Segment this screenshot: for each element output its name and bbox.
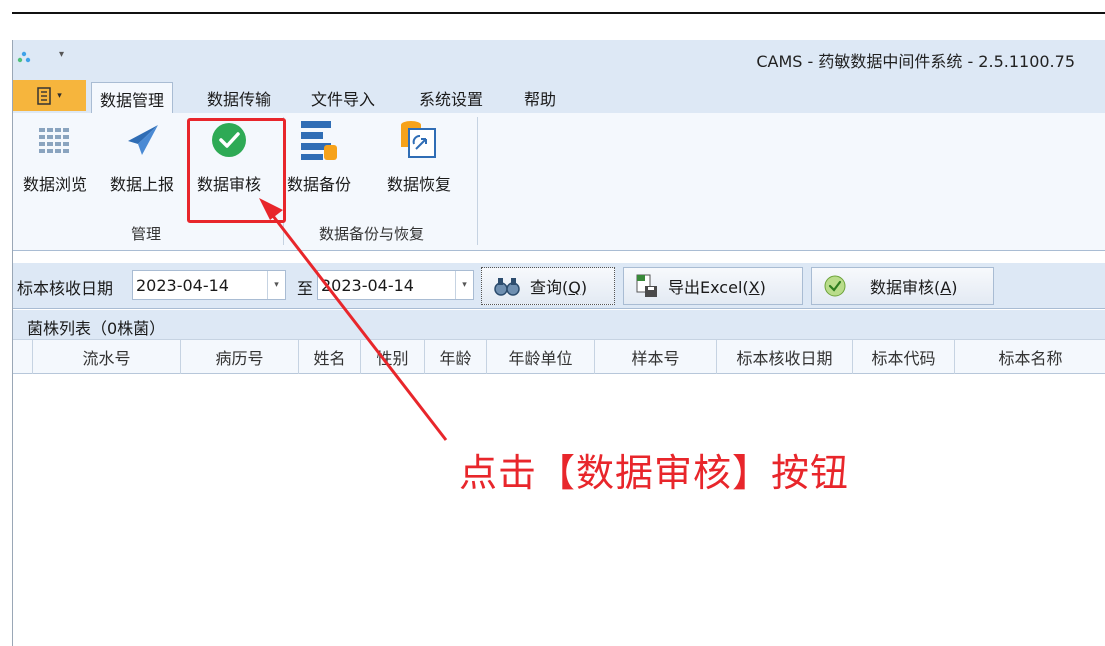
data-backup-label: 数据备份 (287, 175, 352, 194)
tab-help[interactable]: 帮助 (516, 82, 564, 113)
column-header-serial-no[interactable]: 流水号 (33, 340, 181, 374)
data-browse-label: 数据浏览 (23, 175, 88, 194)
chevron-down-icon: ▾ (57, 90, 62, 101)
group-label-backup-restore: 数据备份与恢复 (319, 225, 425, 243)
tab-data-management[interactable]: 数据管理 (91, 82, 174, 114)
chevron-down-icon[interactable]: ▾ (455, 271, 473, 299)
backup-icon (301, 121, 337, 160)
date-to-value: 2023-04-14 (321, 275, 414, 295)
title-bar: ▾ CAMS - 药敏数据中间件系统 - 2.5.1100.75 (13, 40, 1105, 78)
data-upload-button[interactable]: 数据上报 (110, 119, 174, 207)
date-to-picker[interactable]: 2023-04-14 ▾ (317, 270, 474, 300)
column-header-specimen-code[interactable]: 标本代码 (853, 340, 955, 374)
search-button-label: 查询(Q) (530, 278, 588, 297)
paper-plane-icon (128, 125, 158, 155)
audit-query-label: 数据审核(A) (870, 278, 958, 297)
excel-export-icon (636, 274, 657, 297)
binoculars-icon (494, 278, 520, 296)
column-header-age[interactable]: 年龄 (425, 340, 487, 374)
tab-system-settings[interactable]: 系统设置 (411, 82, 491, 113)
grid-icon (39, 128, 69, 153)
tab-data-transfer[interactable]: 数据传输 (199, 82, 279, 113)
restore-icon (401, 121, 436, 158)
query-toolbar: 标本核收日期 2023-04-14 ▾ 至 2023-04-14 ▾ 查询(Q) (13, 263, 1105, 309)
column-header-gender[interactable]: 性别 (361, 340, 425, 374)
column-header-specimen-name[interactable]: 标本名称 (955, 340, 1105, 374)
app-window: ▾ CAMS - 药敏数据中间件系统 - 2.5.1100.75 ▾ 数据管理 … (12, 40, 1105, 646)
annotation-instruction: 点击【数据审核】按钮 (459, 451, 850, 495)
row-indicator-header (13, 340, 33, 374)
group-label-management: 管理 (131, 225, 162, 243)
chevron-down-icon[interactable]: ▾ (267, 271, 285, 299)
strain-list-title-bar: 菌株列表（0株菌） (13, 310, 1105, 340)
grid-header-row: 流水号 病历号 姓名 性别 年龄 年龄单位 样本号 标本核收日期 标本代码 标本… (13, 340, 1105, 374)
date-from-picker[interactable]: 2023-04-14 ▾ (132, 270, 286, 300)
strain-list-title: 菌株列表（0株菌） (27, 319, 166, 338)
search-button[interactable]: 查询(Q) (481, 267, 615, 305)
check-circle-icon (824, 275, 846, 297)
data-restore-button[interactable]: 数据恢复 (387, 119, 451, 207)
data-restore-label: 数据恢复 (387, 175, 452, 194)
date-to-separator: 至 (297, 279, 314, 298)
data-backup-button[interactable]: 数据备份 (287, 119, 351, 207)
application-menu-button[interactable]: ▾ (13, 80, 86, 111)
window-title: CAMS - 药敏数据中间件系统 - 2.5.1100.75 (756, 52, 1075, 71)
page-top-rule (12, 12, 1105, 14)
export-excel-label: 导出Excel(X) (668, 278, 766, 297)
audit-button-highlight-box (187, 118, 286, 223)
data-upload-label: 数据上报 (110, 175, 175, 194)
tab-file-import[interactable]: 文件导入 (303, 82, 383, 113)
column-header-age-unit[interactable]: 年龄单位 (487, 340, 595, 374)
column-header-receive-date[interactable]: 标本核收日期 (717, 340, 853, 374)
export-excel-button[interactable]: 导出Excel(X) (623, 267, 803, 305)
ribbon-panel: 数据浏览 数据上报 数据审核 数据备份 数据恢复 管理 数据备份与恢复 (13, 113, 1105, 251)
date-from-value: 2023-04-14 (136, 275, 229, 295)
column-header-sample-no[interactable]: 样本号 (595, 340, 717, 374)
menu-list-icon (37, 86, 51, 105)
column-header-medical-record-no[interactable]: 病历号 (181, 340, 299, 374)
data-browse-button[interactable]: 数据浏览 (23, 119, 87, 207)
ribbon-tab-row: ▾ 数据管理 数据传输 文件导入 系统设置 帮助 (13, 78, 1105, 114)
date-range-label: 标本核收日期 (17, 279, 114, 298)
audit-query-button[interactable]: 数据审核(A) (811, 267, 994, 305)
group-divider (477, 117, 478, 245)
column-header-name[interactable]: 姓名 (299, 340, 361, 374)
quick-access-dropdown-icon[interactable]: ▾ (59, 49, 64, 60)
app-logo-icon (17, 51, 31, 63)
